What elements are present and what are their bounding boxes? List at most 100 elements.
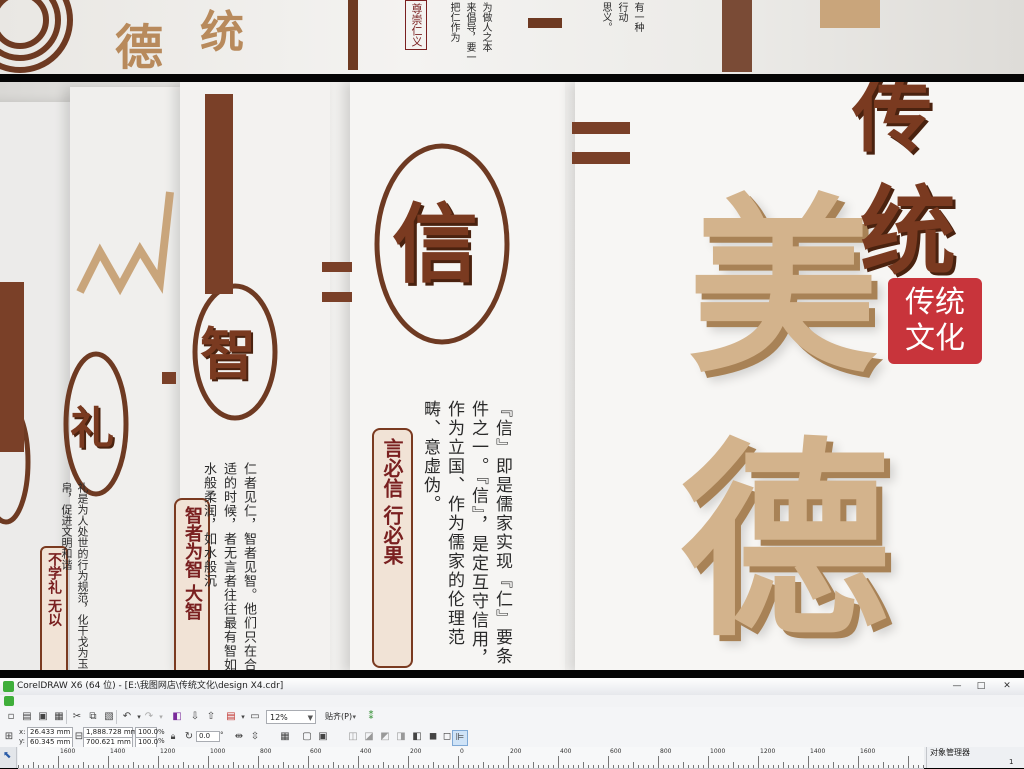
ruler-tick [333, 762, 334, 768]
intersect-icon[interactable]: ◨ [394, 730, 408, 744]
paste-icon[interactable]: ▧ [102, 710, 116, 724]
import-icon[interactable]: ⇩ [188, 710, 202, 724]
maximize-button[interactable]: □ [972, 680, 990, 692]
print-icon[interactable]: ▦ [52, 710, 66, 724]
window-title: CorelDRAW X6 (64 位) - [E:\我图网店\传统文化\desi… [17, 681, 284, 691]
ruler-tick-label: 600 [310, 748, 322, 755]
ruler-tick [483, 762, 484, 768]
ruler-tick-label: 1400 [810, 748, 826, 755]
options-icon[interactable]: ⁑ [364, 710, 378, 724]
ruler-tick [83, 762, 84, 768]
ruler-tick [808, 756, 809, 768]
close-button[interactable]: ✕ [998, 680, 1016, 692]
ruler-tick [383, 762, 384, 768]
ruler-tick [308, 756, 309, 768]
ruler-tick-label: 200 [410, 748, 422, 755]
simplify-icon[interactable]: ◧ [410, 730, 424, 744]
mirror-vertical-icon[interactable]: ⇳ [248, 730, 262, 744]
red-seal: 传统文化 [888, 278, 982, 364]
cut-icon[interactable]: ✂ [70, 710, 84, 724]
strip-text-4: 思义。 [600, 2, 611, 32]
search-content-icon[interactable]: ◧ [170, 710, 184, 724]
preview-gap-bottom [0, 670, 1024, 678]
coreldraw-app-icon [3, 681, 14, 692]
circle-char-xin: 信 [392, 194, 478, 295]
strip-text-5: 有一种 [632, 2, 643, 32]
new-icon[interactable]: ▫ [4, 710, 18, 724]
preview-strip-top: 德 统 尊崇仁义 为做人之本 来倡导，要一 把仁作为 思义。 有一种 行动 [0, 0, 1024, 74]
ruler-tick [758, 756, 759, 768]
strip-char-tong: 统 [200, 7, 244, 58]
strip-text-6: 行动 [616, 2, 627, 22]
preview-scene: 信 智 礼 美 德 传 统 传统文化 言必信 行必果 智者为智 大智 不学礼 无… [0, 82, 1024, 670]
export-icon[interactable]: ⇧ [204, 710, 218, 724]
ruler-tick [883, 762, 884, 768]
redo-dropdown-icon[interactable]: ▾ [154, 710, 168, 724]
ruler-tick [108, 756, 109, 768]
page-indicator: 1 [1009, 758, 1014, 766]
ruler-tick [783, 762, 784, 768]
zoom-level-select[interactable]: 12% ▼ [266, 710, 316, 724]
object-manager-title: 对象管理器 [930, 748, 970, 757]
circle-char-li: 礼 [70, 403, 114, 454]
open-icon[interactable]: ▤ [20, 710, 34, 724]
trim-icon[interactable]: ◩ [378, 730, 392, 744]
chevron-down-icon: ▼ [307, 714, 313, 722]
group-icon[interactable]: ▢ [300, 730, 314, 744]
preview-gap [0, 74, 1024, 82]
ruler-tick-label: 1200 [760, 748, 776, 755]
toolbar-separator [116, 710, 117, 724]
snap-to-select[interactable]: 贴齐(P) ▾ [322, 710, 358, 724]
ruler-tick [258, 756, 259, 768]
wrap-text-icon[interactable]: ▦ [278, 730, 292, 744]
ruler-tick [208, 756, 209, 768]
ungroup-icon[interactable]: ▣ [316, 730, 330, 744]
ruler-tick [833, 762, 834, 768]
ruler-tick [608, 756, 609, 768]
copy-icon[interactable]: ⧉ [86, 710, 100, 724]
li-paragraph: 礼是为人处世的行为规范，化干戈为玉帛，促进文明和谐 [60, 482, 89, 669]
ruler-tick [908, 756, 909, 768]
mirror-horizontal-icon[interactable]: ⇹ [232, 730, 246, 744]
lock-ratio-icon[interactable]: 🔒︎ [166, 730, 180, 744]
ruler-tick [858, 756, 859, 768]
combine-icon[interactable]: ◫ [346, 730, 360, 744]
zhi-paragraph: 仁者见仁，智者见智。他们只在合适的时候，者无言者往往最有智如水般柔润，如水般沉 [201, 462, 256, 670]
strip-text-1: 为做人之本 [480, 2, 491, 52]
ruler-tick [633, 762, 634, 768]
ruler-tick-label: 1600 [860, 748, 876, 755]
x-label: x: [19, 728, 26, 736]
ruler-tick-label: 800 [660, 748, 672, 755]
welcome-screen-icon[interactable]: ▭ [248, 710, 262, 724]
align-distribute-icon[interactable]: ⊫ [452, 730, 468, 746]
front-minus-back-icon[interactable]: ◼ [426, 730, 440, 744]
rotation-icon: ↻ [184, 731, 194, 742]
render-preview: 德 统 尊崇仁义 为做人之本 来倡导，要一 把仁作为 思义。 有一种 行动 信 … [0, 0, 1024, 678]
ruler-tick [658, 756, 659, 768]
weld-icon[interactable]: ◪ [362, 730, 376, 744]
ruler-tick-label: 400 [560, 748, 572, 755]
ruler-tick [558, 756, 559, 768]
horizontal-ruler[interactable]: 1600 1400 1200 1000 800 600 400 200 0 200 400 600 80… [18, 747, 924, 769]
ruler-tick [433, 762, 434, 768]
ruler-tick-label: 1200 [160, 748, 176, 755]
ruler-tick-label: 1400 [110, 748, 126, 755]
rotation-angle-field[interactable]: 0.0 [196, 731, 220, 742]
rotation-unit: ° [220, 731, 224, 739]
ruler-tick [733, 762, 734, 768]
circle-char-zhi: 智 [200, 322, 256, 388]
xin-paragraph: 『信』即是儒家实现『仁』要条件之一。『信』，是定互守信用，作为立国、作为儒家的伦… [420, 400, 512, 668]
ruler-tick [183, 762, 184, 768]
pick-tool-icon[interactable]: ⬉ [0, 747, 17, 768]
object-manager-docker: 对象管理器 1 [926, 747, 1024, 768]
ruler-tick-label: 800 [260, 748, 272, 755]
save-icon[interactable]: ▣ [36, 710, 50, 724]
minimize-button[interactable]: — [948, 680, 966, 692]
scale-y-unit: % [158, 737, 165, 745]
title-char-mei: 美 [688, 176, 879, 399]
document-icon[interactable] [4, 696, 14, 706]
ruler-tick [408, 756, 409, 768]
ruler-tick-label: 400 [360, 748, 372, 755]
ruler-tick [133, 762, 134, 768]
ruler-tick-label: 600 [610, 748, 622, 755]
